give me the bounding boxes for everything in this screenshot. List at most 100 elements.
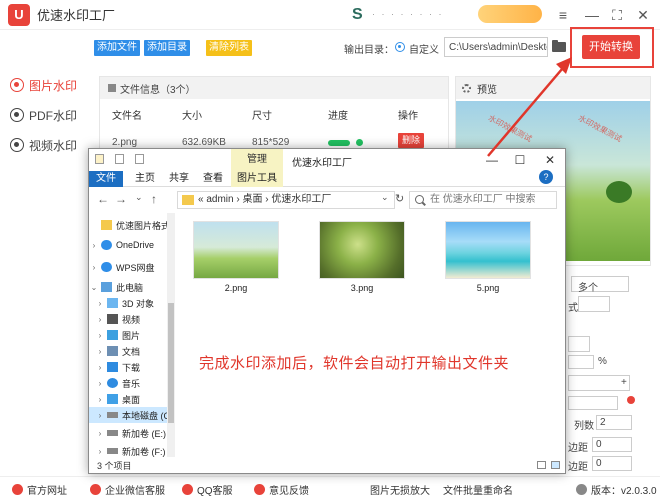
properties-icon[interactable] (115, 154, 124, 164)
clear-list-button[interactable]: 清除列表 (206, 40, 252, 56)
sidebar-item-image-watermark[interactable]: 图片水印 (10, 74, 88, 96)
margin-input[interactable]: 0 (592, 437, 632, 452)
expand-chevron-icon[interactable]: › (95, 379, 105, 388)
size-input[interactable] (568, 355, 594, 369)
image-upscale-label: 图片无损放大 (370, 486, 430, 497)
tree-item[interactable]: › 桌面 (89, 391, 174, 407)
tree-item[interactable]: › 下载 (89, 359, 174, 375)
tree-item[interactable]: › 图片 (89, 327, 174, 343)
expand-chevron-icon[interactable]: › (95, 447, 105, 456)
expand-chevron-icon[interactable]: › (95, 395, 105, 404)
recent-chevron-icon[interactable]: ⌄ (135, 192, 143, 203)
qq-support-link[interactable]: QQ客服 (182, 482, 233, 497)
add-folder-button[interactable]: 添加目录 (144, 40, 190, 56)
tree-item[interactable]: › OneDrive (89, 237, 174, 253)
expand-chevron-icon[interactable]: › (95, 331, 105, 340)
back-arrow-icon[interactable]: ← (97, 192, 109, 206)
tree-item[interactable]: 优速图片格式 (89, 217, 174, 233)
tree-item-label: 图片 (122, 330, 141, 341)
official-site-link[interactable]: 官方网址 (12, 482, 67, 497)
sidebar-item-video-watermark[interactable]: 视频水印 (10, 134, 88, 156)
expand-chevron-icon[interactable]: › (89, 263, 99, 272)
explorer-maximize-button[interactable]: ☐ (511, 151, 529, 169)
delete-button[interactable]: 删除 (398, 133, 424, 148)
browse-folder-icon[interactable] (551, 39, 567, 53)
explorer-window[interactable]: 管理 优速水印工厂 — ☐ ✕ 文件 主页 共享 查看 图片工具 ? ← → ⌄… (88, 148, 566, 474)
tree-item[interactable]: › 3D 对象 (89, 295, 174, 311)
details-view-icon[interactable] (537, 461, 546, 469)
explorer-minimize-button[interactable]: — (483, 151, 501, 169)
ribbon-tab-file[interactable]: 文件 (89, 171, 123, 187)
ribbon-tab-view[interactable]: 查看 (197, 171, 229, 187)
breadcrumb-current[interactable]: 优速水印工厂 (271, 194, 331, 205)
scrollbar-thumb[interactable] (168, 303, 174, 423)
refresh-icon[interactable]: ↻ (395, 192, 404, 205)
mode-dropdown[interactable]: 多个 (571, 276, 629, 294)
tree-item[interactable]: › 新加卷 (F:) (89, 443, 174, 457)
menu-icon[interactable]: ≡ (552, 4, 574, 26)
file-thumbnail[interactable] (445, 221, 531, 279)
tree-scrollbar[interactable] (167, 213, 175, 457)
style-input[interactable] (578, 296, 610, 312)
ribbon-tab-share[interactable]: 共享 (163, 171, 195, 187)
tree-item-label: OneDrive (116, 240, 155, 250)
tree-item[interactable]: ⌄ 此电脑 (89, 279, 174, 295)
ribbon-tab-home[interactable]: 主页 (129, 171, 161, 187)
custom-dir-radio[interactable] (395, 42, 405, 52)
file-thumbnail[interactable] (319, 221, 405, 279)
breadcrumb-admin[interactable]: admin (206, 194, 233, 205)
tree-item[interactable]: › 文档 (89, 343, 174, 359)
wechat-support-link[interactable]: 企业微信客服 (90, 482, 165, 497)
expand-chevron-icon[interactable]: ⌄ (89, 283, 99, 292)
help-icon[interactable]: ? (539, 170, 553, 184)
thumbnail-view-icon[interactable] (551, 461, 560, 469)
file-name[interactable]: 2.png (193, 283, 279, 293)
add-file-button[interactable]: 添加文件 (94, 40, 140, 56)
expand-chevron-icon[interactable]: › (95, 315, 105, 324)
expand-chevron-icon[interactable]: › (95, 363, 105, 372)
margin-input[interactable]: 0 (592, 456, 632, 471)
expand-chevron-icon[interactable]: › (95, 411, 105, 420)
expand-chevron-icon[interactable]: › (95, 299, 105, 308)
tree-item-selected[interactable]: › 本地磁盘 (C (89, 407, 174, 423)
address-dropdown-icon[interactable]: ⌄ (381, 192, 389, 203)
app-logo-icon: U (8, 3, 30, 26)
tree-item[interactable]: › WPS网盘 (89, 259, 174, 275)
new-folder-icon[interactable] (135, 154, 144, 164)
file-name[interactable]: 5.png (445, 283, 531, 293)
address-bar[interactable]: « admin › 桌面 › 优速水印工厂 (177, 191, 395, 209)
up-arrow-icon[interactable]: ↑ (151, 192, 157, 206)
tree-item[interactable]: › 音乐 (89, 375, 174, 391)
font-stepper[interactable]: + (568, 375, 630, 391)
promo-button[interactable] (478, 5, 542, 23)
official-site-label: 官方网址 (27, 486, 67, 497)
search-input[interactable]: 在 优速水印工厂 中搜索 (409, 191, 557, 209)
expand-chevron-icon[interactable]: › (89, 241, 99, 250)
output-path-field[interactable]: C:\Users\admin\Deskto (444, 37, 548, 57)
ribbon-tab-picture-tools[interactable]: 图片工具 (231, 171, 283, 187)
file-thumbnail[interactable] (193, 221, 279, 279)
minimize-button[interactable]: — (581, 4, 603, 26)
cols-input[interactable]: 2 (596, 415, 632, 430)
wechat-support-label: 企业微信客服 (105, 486, 165, 497)
tree-item[interactable]: › 视频 (89, 311, 174, 327)
color-input[interactable] (568, 396, 618, 410)
expand-chevron-icon[interactable]: › (95, 347, 105, 356)
image-upscale-link[interactable]: 图片无损放大 (370, 482, 430, 497)
video-watermark-icon (10, 138, 24, 152)
maximize-button[interactable]: ⛶ (606, 4, 628, 26)
number-input[interactable] (568, 336, 590, 352)
explorer-close-button[interactable]: ✕ (541, 151, 559, 169)
file-name[interactable]: 3.png (319, 283, 405, 293)
batch-rename-link[interactable]: 文件批量重命名 (443, 482, 513, 497)
close-button[interactable]: ✕ (632, 4, 654, 26)
tree-item[interactable]: › 新加卷 (E:) (89, 425, 174, 441)
sidebar-item-pdf-watermark[interactable]: PDF水印 (10, 104, 88, 126)
plus-icon[interactable]: + (621, 377, 627, 388)
breadcrumb-desktop[interactable]: 桌面 (243, 194, 263, 205)
manage-tab[interactable]: 管理 (231, 149, 283, 171)
forward-arrow-icon[interactable]: → (115, 192, 127, 206)
feedback-link[interactable]: 意见反馈 (254, 482, 309, 497)
start-convert-button[interactable]: 开始转换 (582, 35, 640, 59)
expand-chevron-icon[interactable]: › (95, 429, 105, 438)
